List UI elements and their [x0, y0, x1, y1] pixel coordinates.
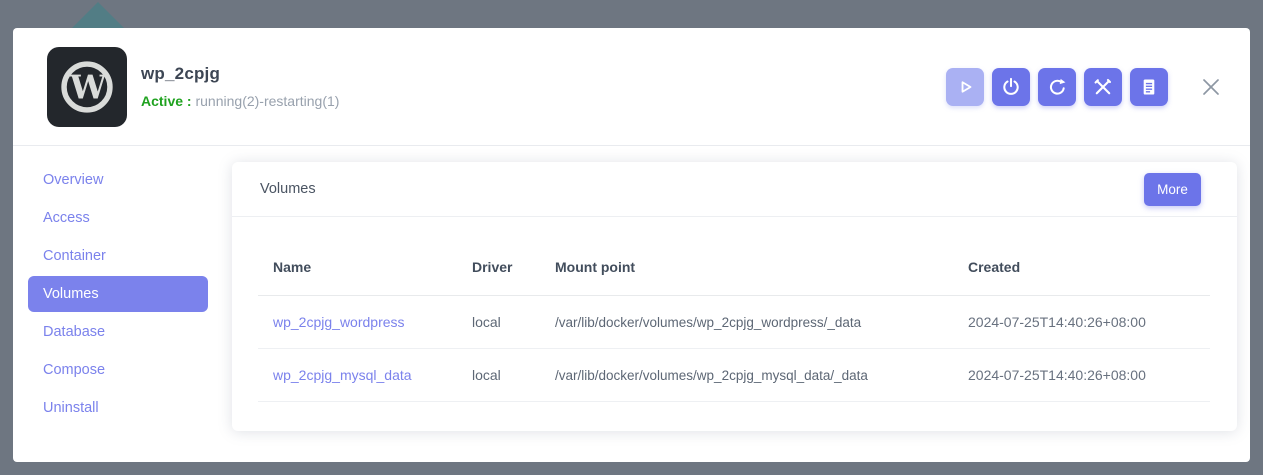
sidebar-item-compose[interactable]: Compose [28, 352, 208, 388]
volume-created: 2024-07-25T14:40:26+08:00 [968, 349, 1210, 402]
tools-icon [1092, 76, 1114, 98]
sidebar: Overview Access Container Volumes Databa… [28, 162, 208, 431]
sidebar-item-volumes[interactable]: Volumes [28, 276, 208, 312]
table-row: wp_2cpjg_wordpress local /var/lib/docker… [258, 296, 1210, 349]
modal-header: W wp_2cpjg Active : running(2)-restartin… [13, 28, 1250, 146]
svg-text:W: W [69, 67, 107, 106]
page-backdrop: W wp_2cpjg Active : running(2)-restartin… [0, 0, 1263, 475]
volume-mount-point: /var/lib/docker/volumes/wp_2cpjg_mysql_d… [555, 349, 968, 402]
column-header-name: Name [258, 217, 472, 296]
column-header-created: Created [968, 217, 1210, 296]
header-actions [946, 68, 1228, 106]
column-header-mount-point: Mount point [555, 217, 968, 296]
more-button[interactable]: More [1144, 173, 1201, 206]
volume-created: 2024-07-25T14:40:26+08:00 [968, 296, 1210, 349]
table-header-row: Name Driver Mount point Created [258, 217, 1210, 296]
play-icon [954, 76, 976, 98]
volumes-table-wrap: Name Driver Mount point Created wp_2cpjg… [258, 217, 1210, 402]
volume-driver: local [472, 296, 555, 349]
wordpress-logo: W [47, 47, 127, 127]
column-header-driver: Driver [472, 217, 555, 296]
document-icon [1138, 76, 1160, 98]
app-title: wp_2cpjg [141, 64, 339, 84]
volume-name-link[interactable]: wp_2cpjg_mysql_data [273, 367, 412, 383]
background-logo-fragment [72, 2, 124, 28]
power-icon [1000, 76, 1022, 98]
status-detail: running(2)-restarting(1) [195, 93, 339, 109]
logs-button[interactable] [1130, 68, 1168, 106]
sidebar-item-access[interactable]: Access [28, 200, 208, 236]
volume-driver: local [472, 349, 555, 402]
volume-mount-point: /var/lib/docker/volumes/wp_2cpjg_wordpre… [555, 296, 968, 349]
volumes-table: Name Driver Mount point Created wp_2cpjg… [258, 217, 1210, 402]
repair-button[interactable] [1084, 68, 1122, 106]
start-button[interactable] [946, 68, 984, 106]
table-row: wp_2cpjg_mysql_data local /var/lib/docke… [258, 349, 1210, 402]
sidebar-item-container[interactable]: Container [28, 238, 208, 274]
status-active-label: Active [141, 93, 183, 109]
stop-button[interactable] [992, 68, 1030, 106]
volume-name-link[interactable]: wp_2cpjg_wordpress [273, 314, 405, 330]
modal-body: Overview Access Container Volumes Databa… [13, 146, 1250, 431]
status-separator: : [183, 93, 195, 109]
sidebar-item-uninstall[interactable]: Uninstall [28, 390, 208, 426]
app-detail-modal: W wp_2cpjg Active : running(2)-restartin… [13, 28, 1250, 462]
app-status: Active : running(2)-restarting(1) [141, 93, 339, 109]
sidebar-item-overview[interactable]: Overview [28, 162, 208, 198]
sidebar-item-database[interactable]: Database [28, 314, 208, 350]
panel-header: Volumes More [232, 162, 1237, 217]
panel-title: Volumes [260, 181, 316, 197]
restart-button[interactable] [1038, 68, 1076, 106]
title-block: wp_2cpjg Active : running(2)-restarting(… [141, 64, 339, 109]
restart-icon [1046, 76, 1068, 98]
close-icon[interactable] [1200, 76, 1222, 98]
volumes-panel: Volumes More Name Driver Mount point Cre… [232, 162, 1237, 431]
